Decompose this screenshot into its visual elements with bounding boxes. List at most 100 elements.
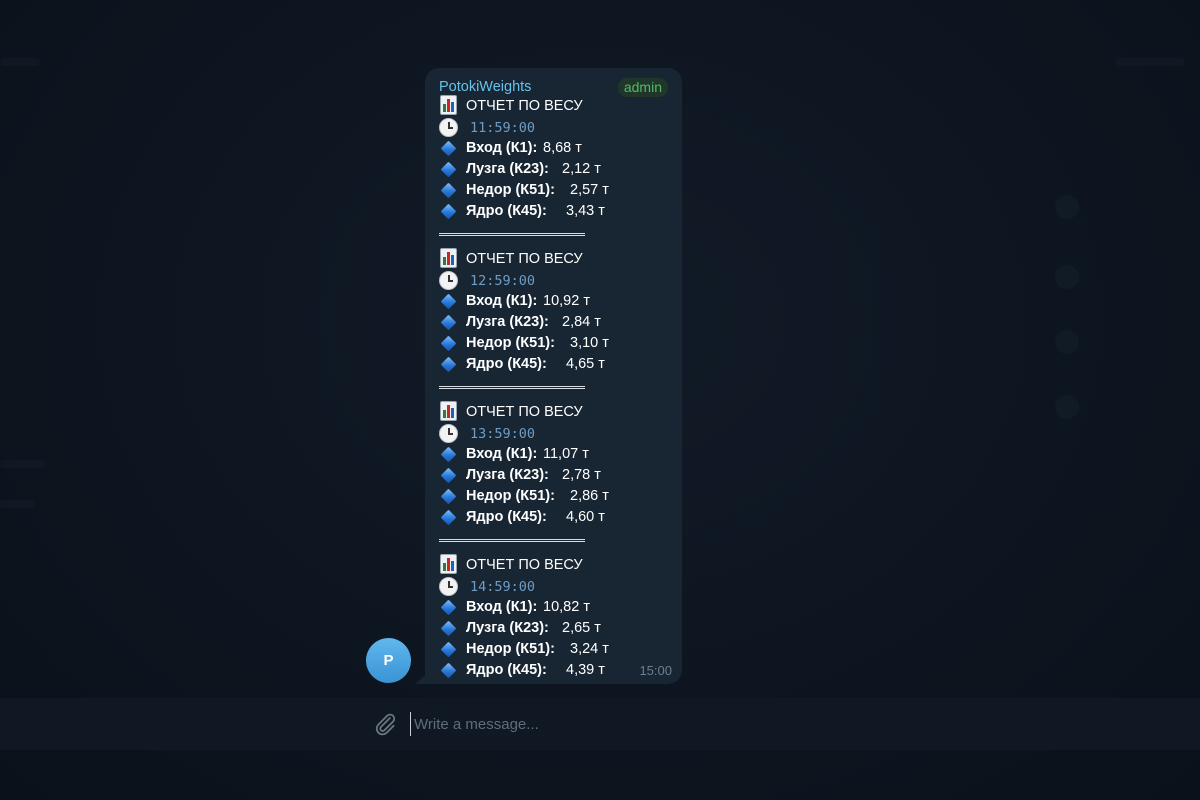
report-time-line: 14:59:00 [439, 577, 668, 599]
row-value: 2,65 т [562, 620, 601, 636]
separator-line [439, 386, 585, 389]
admin-badge: admin [617, 78, 668, 97]
blue-diamond-icon [440, 446, 457, 463]
background-blur [1055, 330, 1079, 354]
report-list: ОТЧЕТ ПО ВЕСУ 11:59:00 Вход (К1): 8,68 т Луз… [439, 95, 668, 683]
message-bubble[interactable]: PotokiWeights admin ОТЧЕТ ПО ВЕСУ 11:59:0… [425, 68, 682, 684]
clock-icon [439, 577, 458, 596]
message-time: 15:00 [639, 663, 672, 678]
row-label: Ядро (К45): [466, 356, 547, 372]
row-value: 3,43 т [566, 203, 605, 219]
paperclip-icon[interactable] [372, 711, 398, 737]
row-value: 3,24 т [570, 641, 609, 657]
blue-diamond-icon [440, 140, 457, 157]
chat-window: PotokiWeights admin ОТЧЕТ ПО ВЕСУ 11:59:0… [0, 0, 1200, 800]
background-blur [1055, 265, 1079, 289]
report-row: Ядро (К45): 3,43 т [439, 203, 668, 224]
report-row: Недор (К51): 3,24 т [439, 641, 668, 662]
report-row: Лузга (К23): 2,12 т [439, 161, 668, 182]
background-blur [0, 500, 35, 508]
clock-icon [439, 271, 458, 290]
row-value: 4,65 т [566, 356, 605, 372]
row-label: Вход (К1): [466, 599, 538, 615]
report-row: Лузга (К23): 2,78 т [439, 467, 668, 488]
row-value: 2,57 т [570, 182, 609, 198]
row-value: 2,12 т [562, 161, 601, 177]
row-value: 4,39 т [566, 662, 605, 678]
row-value: 4,60 т [566, 509, 605, 525]
report-title-line: ОТЧЕТ ПО ВЕСУ [439, 248, 668, 272]
avatar[interactable]: P [366, 638, 411, 683]
row-label: Лузга (К23): [466, 161, 549, 177]
report-time-line: 13:59:00 [439, 424, 668, 446]
blue-diamond-icon [440, 509, 457, 526]
row-value: 8,68 т [543, 140, 582, 156]
row-value: 2,78 т [562, 467, 601, 483]
row-value: 11,07 т [543, 446, 589, 462]
report-row: Ядро (К45): 4,39 т [439, 662, 668, 683]
row-label: Недор (К51): [466, 335, 555, 351]
report-row: Вход (К1): 11,07 т [439, 446, 668, 467]
row-label: Лузга (К23): [466, 467, 549, 483]
separator-line [439, 539, 585, 542]
report-time-line: 11:59:00 [439, 118, 668, 140]
blue-diamond-icon [440, 335, 457, 352]
row-label: Ядро (К45): [466, 509, 547, 525]
row-label: Недор (К51): [466, 488, 555, 504]
row-value: 2,84 т [562, 314, 601, 330]
report-row: Вход (К1): 10,82 т [439, 599, 668, 620]
blue-diamond-icon [440, 356, 457, 373]
report-row: Ядро (К45): 4,60 т [439, 509, 668, 530]
background-blur [0, 460, 45, 468]
report-separator [439, 224, 668, 245]
sender-name[interactable]: PotokiWeights [439, 79, 531, 95]
row-label: Ядро (К45): [466, 662, 547, 678]
clock-icon [439, 118, 458, 137]
message-header: PotokiWeights admin [439, 78, 668, 98]
row-label: Недор (К51): [466, 182, 555, 198]
message-input[interactable] [410, 712, 974, 736]
blue-diamond-icon [440, 620, 457, 637]
report-time: 13:59:00 [470, 426, 536, 442]
row-value: 10,92 т [543, 293, 590, 309]
report-block: ОТЧЕТ ПО ВЕСУ 13:59:00 Вход (К1): 11,07 т Лу… [439, 401, 668, 530]
blue-diamond-icon [440, 293, 457, 310]
report-separator [439, 377, 668, 398]
blue-diamond-icon [440, 203, 457, 220]
row-label: Лузга (К23): [466, 314, 549, 330]
avatar-letter: P [383, 652, 394, 669]
blue-diamond-icon [440, 641, 457, 658]
report-title: ОТЧЕТ ПО ВЕСУ [466, 557, 583, 573]
bar-chart-icon [440, 554, 457, 574]
report-title-line: ОТЧЕТ ПО ВЕСУ [439, 401, 668, 425]
separator-line [439, 233, 585, 236]
report-row: Лузга (К23): 2,84 т [439, 314, 668, 335]
row-label: Лузга (К23): [466, 620, 549, 636]
report-title-line: ОТЧЕТ ПО ВЕСУ [439, 95, 668, 119]
report-row: Лузга (К23): 2,65 т [439, 620, 668, 641]
report-row: Недор (К51): 3,10 т [439, 335, 668, 356]
blue-diamond-icon [440, 662, 457, 679]
blue-diamond-icon [440, 467, 457, 484]
report-row: Недор (К51): 2,86 т [439, 488, 668, 509]
background-blur [1115, 58, 1185, 66]
blue-diamond-icon [440, 182, 457, 199]
row-value: 10,82 т [543, 599, 590, 615]
bar-chart-icon [440, 95, 457, 115]
report-time-line: 12:59:00 [439, 271, 668, 293]
report-block: ОТЧЕТ ПО ВЕСУ 14:59:00 Вход (К1): 10,82 т Лу… [439, 554, 668, 683]
row-label: Вход (К1): [466, 446, 538, 462]
blue-diamond-icon [440, 599, 457, 616]
report-time: 14:59:00 [470, 579, 536, 595]
report-title: ОТЧЕТ ПО ВЕСУ [466, 404, 583, 420]
row-label: Вход (К1): [466, 293, 538, 309]
report-row: Недор (К51): 2,57 т [439, 182, 668, 203]
report-title-line: ОТЧЕТ ПО ВЕСУ [439, 554, 668, 578]
blue-diamond-icon [440, 314, 457, 331]
row-value: 2,86 т [570, 488, 609, 504]
report-block: ОТЧЕТ ПО ВЕСУ 12:59:00 Вход (К1): 10,92 т Лу… [439, 248, 668, 377]
report-title: ОТЧЕТ ПО ВЕСУ [466, 98, 583, 114]
background-blur [1055, 195, 1079, 219]
background-blur [0, 58, 40, 66]
bar-chart-icon [440, 248, 457, 268]
